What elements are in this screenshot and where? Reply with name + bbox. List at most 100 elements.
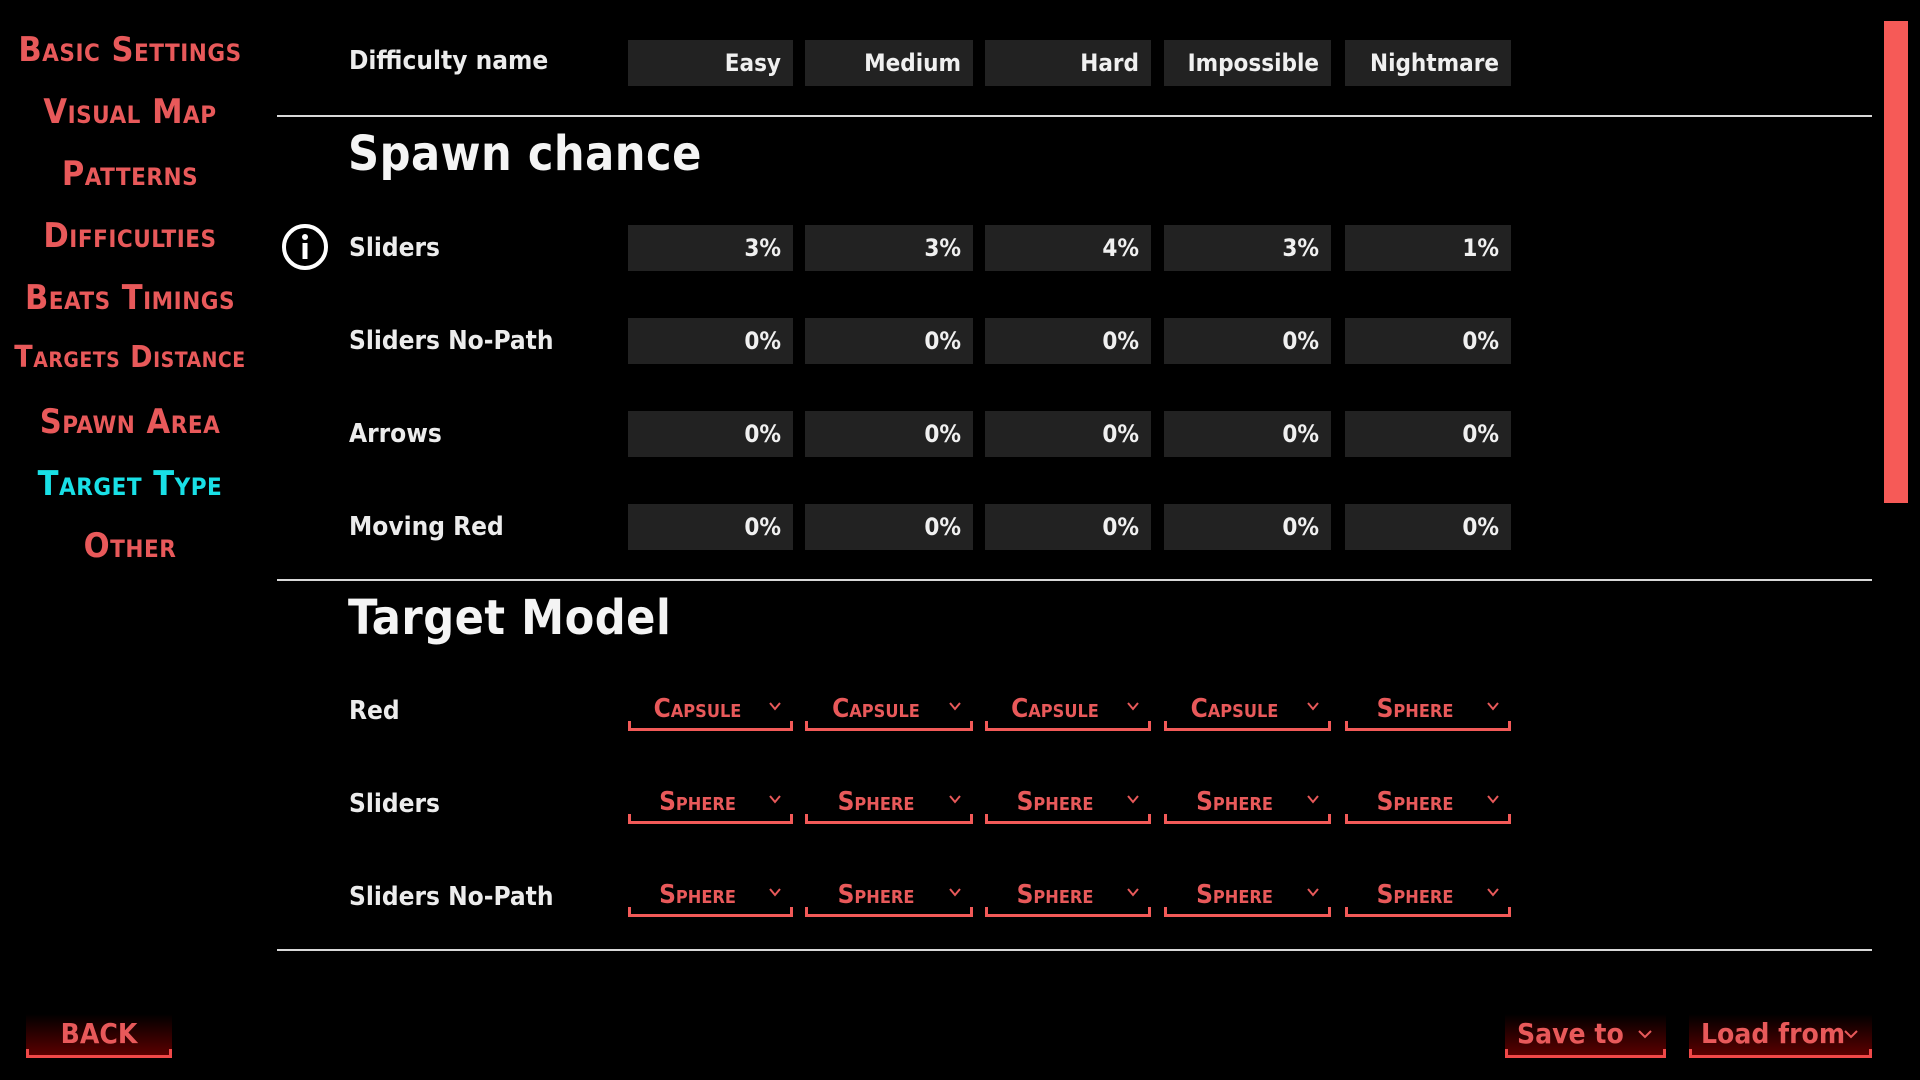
dropdown-value: Sphere <box>1196 880 1273 910</box>
section-divider <box>277 949 1872 951</box>
load-from-dropdown[interactable]: Load from <box>1689 1014 1872 1058</box>
spawn-chance-input[interactable]: 1% <box>1345 225 1511 271</box>
scrollbar-thumb[interactable] <box>1884 21 1908 503</box>
sidebar-item-basic-settings[interactable]: Basic Settings <box>0 30 260 70</box>
spawn-chance-input[interactable]: 0% <box>1164 411 1331 457</box>
spawn-chance-input[interactable]: 0% <box>805 318 973 364</box>
dropdown-value: Sphere <box>1376 694 1454 724</box>
target-model-dropdown[interactable]: Sphere <box>1164 784 1331 824</box>
target-model-dropdown[interactable]: Sphere <box>1164 877 1331 917</box>
chevron-down-icon <box>769 795 781 804</box>
difficulty-name-field[interactable]: Nightmare <box>1345 40 1511 86</box>
back-button[interactable]: BACK <box>26 1014 172 1058</box>
row-label-sliders: Sliders <box>349 789 440 819</box>
target-model-dropdown[interactable]: Sphere <box>628 784 793 824</box>
chevron-down-icon <box>949 702 961 711</box>
chevron-down-icon <box>1127 702 1139 711</box>
chevron-down-icon <box>1307 702 1319 711</box>
spawn-chance-input[interactable]: 0% <box>985 504 1151 550</box>
spawn-chance-input[interactable]: 0% <box>805 411 973 457</box>
difficulty-header-label: Difficulty name <box>349 46 549 76</box>
spawn-chance-input[interactable]: 0% <box>1164 504 1331 550</box>
row-label-sliders: Sliders <box>349 233 440 263</box>
target-model-dropdown[interactable]: Capsule <box>805 691 973 731</box>
spawn-chance-title: Spawn chance <box>348 126 702 182</box>
info-icon[interactable] <box>280 222 330 272</box>
target-model-dropdown[interactable]: Sphere <box>628 877 793 917</box>
dropdown-value: Sphere <box>1016 880 1094 910</box>
row-label-sliders-no-path: Sliders No-Path <box>349 882 554 912</box>
dropdown-value: Capsule <box>832 694 920 724</box>
dropdown-value: Sphere <box>1376 787 1454 817</box>
chevron-down-icon <box>769 888 781 897</box>
spawn-chance-input[interactable]: 0% <box>985 411 1151 457</box>
chevron-down-icon <box>949 888 961 897</box>
sidebar-item-target-type[interactable]: Target Type <box>0 464 260 504</box>
difficulty-name-field[interactable]: Impossible <box>1164 40 1331 86</box>
chevron-down-icon <box>1127 795 1139 804</box>
target-model-dropdown[interactable]: Sphere <box>805 877 973 917</box>
spawn-chance-input[interactable]: 0% <box>1345 411 1511 457</box>
sidebar-item-patterns[interactable]: Patterns <box>0 154 260 194</box>
chevron-down-icon <box>1638 1030 1652 1039</box>
dropdown-value: Sphere <box>1016 787 1094 817</box>
dropdown-value: Capsule <box>653 694 742 724</box>
dropdown-value: Sphere <box>837 880 915 910</box>
chevron-down-icon <box>769 702 781 711</box>
spawn-chance-input[interactable]: 3% <box>1164 225 1331 271</box>
chevron-down-icon <box>1127 888 1139 897</box>
target-model-dropdown[interactable]: Sphere <box>985 877 1151 917</box>
target-model-dropdown[interactable]: Capsule <box>985 691 1151 731</box>
row-label-red: Red <box>349 696 400 726</box>
sidebar-item-targets-distance[interactable]: Targets Distance <box>0 340 260 375</box>
target-model-dropdown[interactable]: Sphere <box>1345 877 1511 917</box>
spawn-chance-input[interactable]: 0% <box>805 504 973 550</box>
spawn-chance-input[interactable]: 0% <box>1164 318 1331 364</box>
target-model-title: Target Model <box>348 590 672 646</box>
spawn-chance-input[interactable]: 3% <box>805 225 973 271</box>
section-divider <box>277 115 1872 117</box>
save-to-label: Save to <box>1517 1017 1624 1050</box>
target-model-dropdown[interactable]: Sphere <box>805 784 973 824</box>
row-label-moving-red: Moving Red <box>349 512 504 542</box>
spawn-chance-input[interactable]: 0% <box>628 318 793 364</box>
spawn-chance-input[interactable]: 4% <box>985 225 1151 271</box>
sidebar-item-visual-map[interactable]: Visual Map <box>0 92 260 132</box>
chevron-down-icon <box>1487 888 1499 897</box>
section-divider <box>277 579 1872 581</box>
back-button-label: BACK <box>60 1017 138 1050</box>
sidebar-item-difficulties[interactable]: Difficulties <box>0 216 260 256</box>
target-model-dropdown[interactable]: Capsule <box>628 691 793 731</box>
spawn-chance-input[interactable]: 0% <box>628 504 793 550</box>
chevron-down-icon <box>1307 888 1319 897</box>
row-label-arrows: Arrows <box>349 419 442 449</box>
dropdown-value: Capsule <box>1190 694 1279 724</box>
chevron-down-icon <box>1487 702 1499 711</box>
save-to-dropdown[interactable]: Save to <box>1505 1014 1666 1058</box>
dropdown-value: Sphere <box>1376 880 1454 910</box>
dropdown-value: Sphere <box>659 787 736 817</box>
dropdown-value: Sphere <box>659 880 736 910</box>
sidebar-item-other[interactable]: Other <box>0 526 260 566</box>
difficulty-name-field[interactable]: Easy <box>628 40 793 86</box>
target-model-dropdown[interactable]: Sphere <box>1345 691 1511 731</box>
chevron-down-icon <box>1487 795 1499 804</box>
difficulty-name-field[interactable]: Hard <box>985 40 1151 86</box>
chevron-down-icon <box>1844 1030 1858 1039</box>
sidebar-item-spawn-area[interactable]: Spawn Area <box>0 402 260 442</box>
target-model-dropdown[interactable]: Capsule <box>1164 691 1331 731</box>
difficulty-name-field[interactable]: Medium <box>805 40 973 86</box>
sidebar-item-beats-timings[interactable]: Beats Timings <box>0 278 260 318</box>
spawn-chance-input[interactable]: 0% <box>1345 504 1511 550</box>
load-from-label: Load from <box>1701 1017 1846 1050</box>
spawn-chance-input[interactable]: 0% <box>985 318 1151 364</box>
spawn-chance-input[interactable]: 0% <box>1345 318 1511 364</box>
spawn-chance-input[interactable]: 0% <box>628 411 793 457</box>
dropdown-value: Sphere <box>837 787 915 817</box>
dropdown-value: Capsule <box>1011 694 1099 724</box>
target-model-dropdown[interactable]: Sphere <box>985 784 1151 824</box>
spawn-chance-input[interactable]: 3% <box>628 225 793 271</box>
target-model-dropdown[interactable]: Sphere <box>1345 784 1511 824</box>
chevron-down-icon <box>949 795 961 804</box>
row-label-sliders-no-path: Sliders No-Path <box>349 326 554 356</box>
